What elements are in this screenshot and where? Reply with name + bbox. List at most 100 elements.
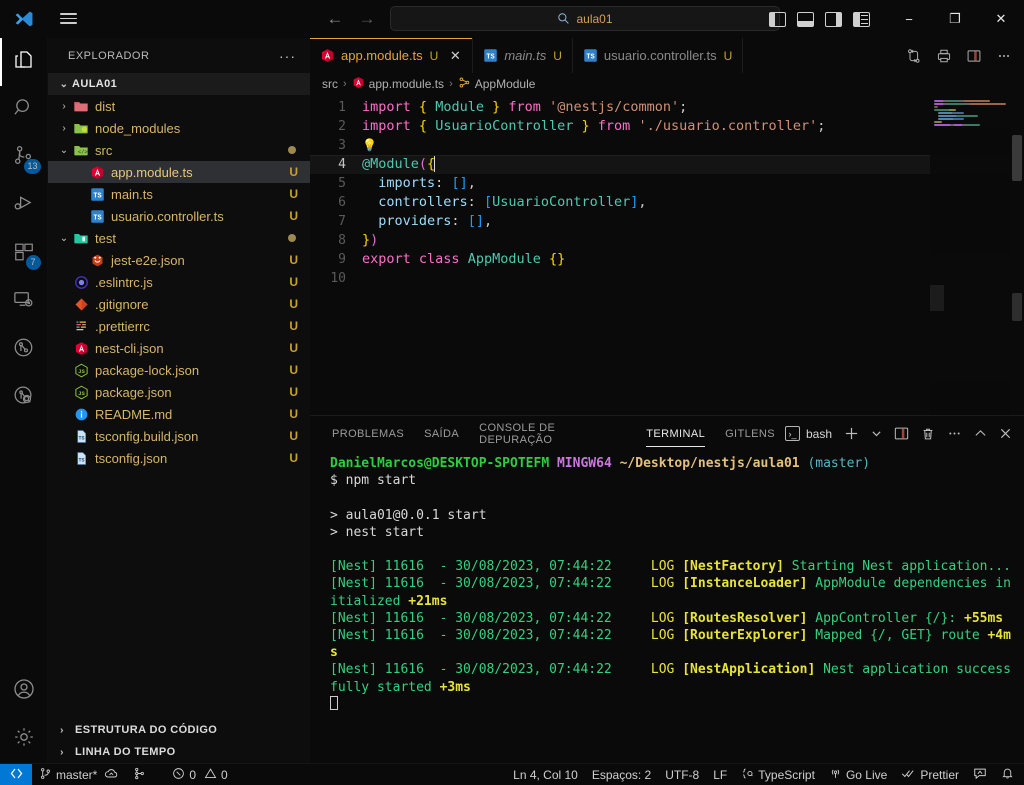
window-minimize-button[interactable]: −	[886, 0, 932, 38]
editor-scrollbar[interactable]	[1010, 95, 1024, 415]
title-bar: ← → aula01 − ❐ ✕	[0, 0, 1024, 38]
tree-item-test[interactable]: ⌄ test	[48, 227, 310, 249]
minimap[interactable]	[930, 95, 1010, 415]
close-panel-icon[interactable]	[999, 427, 1012, 440]
terminal-shell-selector[interactable]: ›_ bash	[784, 426, 832, 441]
panel-tab-problemas[interactable]: PROBLEMAS	[322, 416, 414, 451]
editor-scrollbar-thumb[interactable]	[1012, 135, 1022, 181]
tree-item-readme-md[interactable]: README.md U	[48, 403, 310, 425]
activity-item-source-control[interactable]: 13	[0, 134, 48, 182]
tree-item-app-module-ts[interactable]: app.module.ts U	[48, 161, 310, 183]
status-encoding[interactable]: UTF-8	[658, 764, 706, 785]
status-feedback[interactable]	[966, 764, 994, 785]
activity-item-gitlens[interactable]	[0, 326, 48, 374]
code-line: 5 imports: [],	[310, 174, 1024, 193]
tree-root-aula01[interactable]: ⌄ AULA01	[48, 73, 310, 95]
breadcrumb: src › app.module.ts › AppModule	[310, 73, 1024, 95]
toggle-panel-icon[interactable]	[797, 11, 814, 27]
activity-item-explorer[interactable]	[0, 38, 48, 86]
command-center-search[interactable]: aula01	[390, 6, 780, 31]
code-content: 1 import { Module } from '@nestjs/common'…	[310, 95, 1024, 288]
file-ts-icon: TS	[583, 48, 598, 63]
tree-item-tsconfig-json[interactable]: TS tsconfig.json U	[48, 447, 310, 469]
editor-tab-close-icon[interactable]: ✕	[448, 48, 462, 64]
tree-item-label: README.md	[95, 406, 173, 422]
status-notifications[interactable]	[994, 764, 1024, 785]
status-eol[interactable]: LF	[706, 764, 734, 785]
tree-item--gitignore[interactable]: .gitignore U	[48, 293, 310, 315]
status-language-mode[interactable]: TypeScript	[734, 764, 822, 785]
panel-tab-gitlens[interactable]: GITLENS	[715, 416, 785, 451]
tree-item-tsconfig-build-json[interactable]: TS tsconfig.build.json U	[48, 425, 310, 447]
activity-item-remote-explorer[interactable]	[0, 278, 48, 326]
forward-button[interactable]: →	[358, 10, 376, 27]
activity-item-search[interactable]	[0, 86, 48, 134]
editor-tab-app-module-ts[interactable]: app.module.ts U ✕	[310, 38, 474, 73]
tree-item-jest-e2e-json[interactable]: jest-e2e.json U	[48, 249, 310, 271]
status-go-live[interactable]: Go Live	[822, 764, 894, 785]
maximize-panel-icon[interactable]	[974, 427, 987, 440]
svg-text:JS: JS	[78, 390, 85, 397]
menu-hamburger-button[interactable]	[48, 0, 88, 38]
tree-item-node-modules[interactable]: › node_modules	[48, 117, 310, 139]
terminal-output[interactable]: DanielMarcos@DESKTOP-SPOTEFM MINGW64 ~/D…	[310, 451, 1024, 763]
tree-item-package-lock-json[interactable]: JS package-lock.json U	[48, 359, 310, 381]
editor-tab-main-ts[interactable]: TS main.ts U	[473, 38, 573, 73]
tree-item-package-json[interactable]: JS package.json U	[48, 381, 310, 403]
panel-more-actions-icon[interactable]	[947, 426, 962, 441]
tree-item--prettierrc[interactable]: .prettierrc U	[48, 315, 310, 337]
sidebar-section-timeline[interactable]: › LINHA DO TEMPO	[48, 741, 310, 763]
window-maximize-button[interactable]: ❐	[932, 0, 978, 38]
tree-item-dist[interactable]: › dist	[48, 95, 310, 117]
breadcrumb-item-file[interactable]: app.module.ts	[352, 76, 444, 92]
tree-item--eslintrc-js[interactable]: .eslintrc.js U	[48, 271, 310, 293]
editor-tabs-bar: app.module.ts U ✕ TS main.ts U TS usuario.contr…	[310, 38, 1024, 73]
activity-item-extensions[interactable]: 7	[0, 230, 48, 278]
terminal-line: > nest start	[330, 524, 424, 540]
sync-cloud-icon	[104, 767, 119, 783]
status-prettier[interactable]: Prettier	[894, 764, 966, 785]
tree-item-main-ts[interactable]: TS main.ts U	[48, 183, 310, 205]
tree-item-src[interactable]: ⌄ </> src	[48, 139, 310, 161]
status-branch[interactable]: master*	[32, 764, 126, 785]
kill-terminal-icon[interactable]	[921, 427, 935, 441]
terminal-dropdown-icon[interactable]	[871, 428, 882, 439]
breadcrumb-item-symbol[interactable]: AppModule	[458, 76, 535, 92]
panel-tab-saída[interactable]: SAÍDA	[414, 416, 469, 451]
print-icon[interactable]	[936, 48, 952, 64]
tree-item-usuario-controller-ts[interactable]: TS usuario.controller.ts U	[48, 205, 310, 227]
new-terminal-icon[interactable]	[844, 426, 859, 441]
activity-item-run-and-debug[interactable]	[0, 182, 48, 230]
toggle-secondary-sidebar-icon[interactable]	[825, 11, 842, 27]
status-cursor-position[interactable]: Ln 4, Col 10	[506, 764, 585, 785]
code-line-text: 💡	[362, 136, 1024, 155]
tree-item-nest-cli-json[interactable]: nest-cli.json U	[48, 337, 310, 359]
toggle-primary-sidebar-icon[interactable]	[769, 11, 786, 27]
breadcrumb-item-src[interactable]: src	[322, 77, 338, 91]
lightbulb-icon[interactable]: 💡	[362, 138, 377, 152]
status-remote-button[interactable]	[0, 763, 32, 785]
sidebar-section-outline[interactable]: › ESTRUTURA DO CÓDIGO	[48, 719, 310, 741]
split-sync-icon[interactable]	[906, 48, 922, 64]
activity-item-accounts[interactable]	[0, 667, 48, 715]
code-editor[interactable]: 1 import { Module } from '@nestjs/common'…	[310, 95, 1024, 415]
editor-tab-status-badge: U	[429, 48, 439, 63]
editor-more-actions-icon[interactable]	[996, 48, 1012, 64]
split-terminal-icon[interactable]	[894, 426, 909, 441]
code-line-text: export class AppModule {}	[362, 251, 566, 267]
tree-item-label: main.ts	[111, 186, 153, 202]
split-editor-icon[interactable]	[966, 48, 982, 64]
window-close-button[interactable]: ✕	[978, 0, 1024, 38]
terminal-log-spacer	[612, 662, 651, 677]
status-indentation[interactable]: Espaços: 2	[585, 764, 658, 785]
back-button[interactable]: ←	[326, 10, 344, 27]
panel-tab-console-de-depuração[interactable]: CONSOLE DE DEPURAÇÃO	[469, 416, 636, 451]
panel-tab-terminal[interactable]: TERMINAL	[636, 416, 715, 451]
status-problems[interactable]: 0 0	[165, 764, 234, 785]
activity-item-gitlens-inspect[interactable]	[0, 374, 48, 422]
editor-tab-usuario-controller-ts[interactable]: TS usuario.controller.ts U	[572, 38, 744, 73]
customize-layout-icon[interactable]	[853, 11, 870, 27]
status-gitlens[interactable]	[126, 764, 153, 785]
sidebar-more-actions-icon[interactable]: ···	[273, 48, 302, 64]
activity-item-settings[interactable]	[0, 715, 48, 763]
